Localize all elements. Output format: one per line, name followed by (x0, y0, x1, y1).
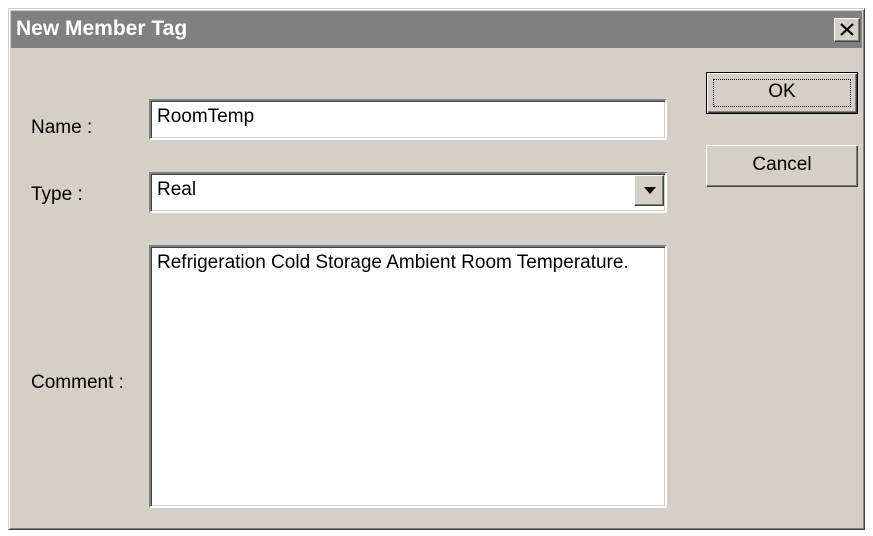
type-select[interactable]: Real (149, 172, 667, 213)
comment-textarea[interactable]: Refrigeration Cold Storage Ambient Room … (149, 245, 667, 508)
dialog-title: New Member Tag (16, 17, 188, 40)
comment-textarea-value: Refrigeration Cold Storage Ambient Room … (157, 252, 629, 273)
name-field[interactable]: RoomTemp (149, 99, 667, 140)
comment-label: Comment : (31, 372, 124, 393)
type-dropdown-button[interactable] (634, 175, 664, 206)
chevron-down-icon (644, 187, 656, 194)
title-bar[interactable]: New Member Tag (11, 11, 862, 48)
ok-button-label: OK (768, 81, 796, 102)
type-select-value: Real (157, 179, 197, 200)
close-button[interactable] (834, 18, 860, 42)
name-field-value: RoomTemp (157, 106, 255, 127)
cancel-button-label: Cancel (752, 154, 812, 175)
type-label: Type : (31, 184, 83, 205)
close-icon (840, 23, 854, 36)
dialog-window: New Member Tag Name : RoomTemp Type : Re… (8, 8, 865, 530)
name-label: Name : (31, 117, 93, 138)
ok-button[interactable]: OK (706, 72, 858, 114)
cancel-button[interactable]: Cancel (706, 145, 858, 187)
